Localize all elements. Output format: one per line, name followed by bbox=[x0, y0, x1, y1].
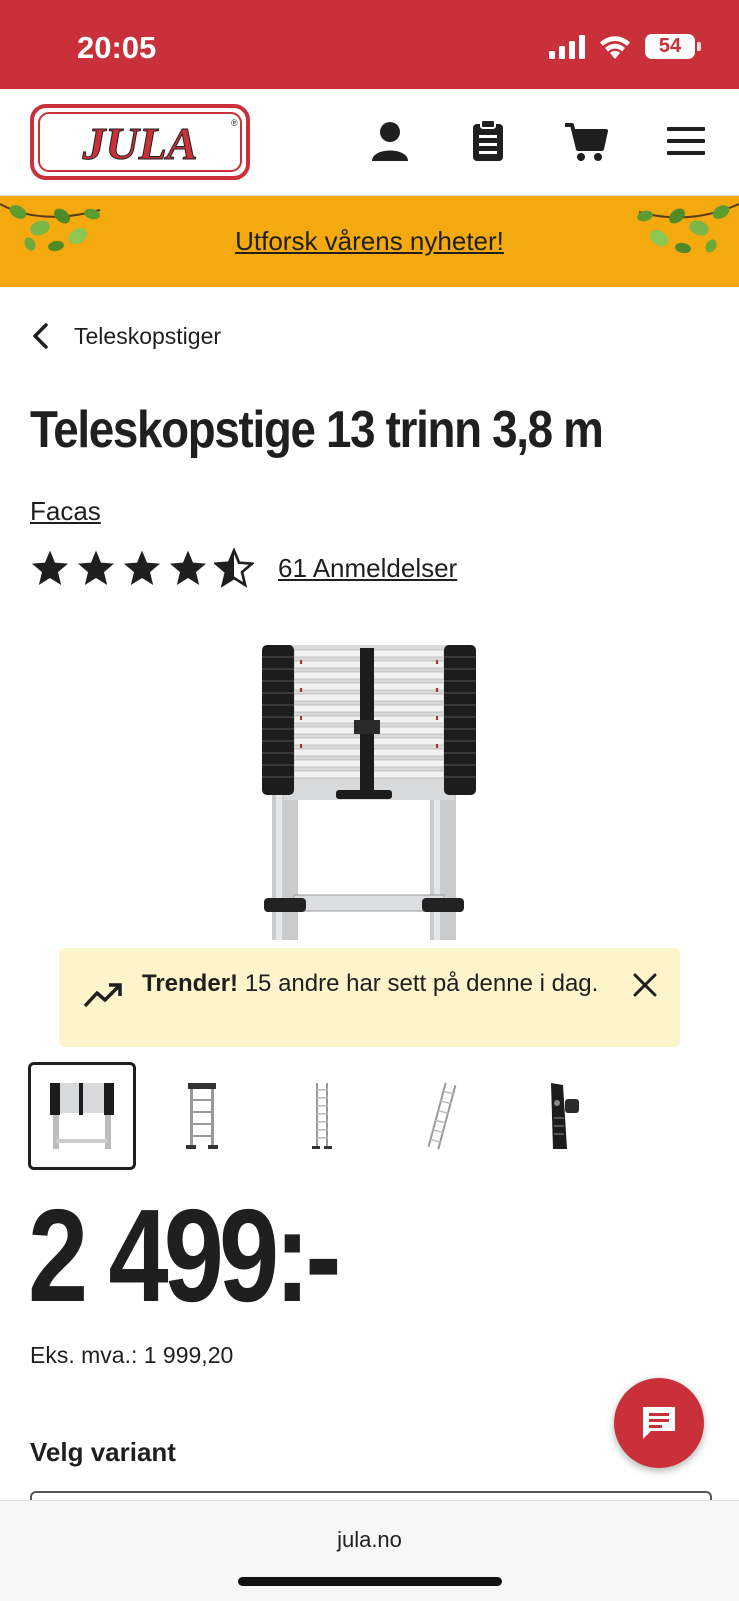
trend-message: Trender! 15 andre har sett på denne i da… bbox=[142, 968, 602, 999]
trend-title: Trender! bbox=[142, 970, 239, 997]
cart-icon[interactable] bbox=[564, 119, 608, 163]
signal-icon bbox=[549, 34, 585, 59]
thumbnail-3[interactable] bbox=[268, 1062, 376, 1170]
star-icon bbox=[124, 550, 160, 585]
jula-logo[interactable]: JULA ® bbox=[30, 104, 250, 180]
breadcrumb-label[interactable]: Teleskopstiger bbox=[74, 323, 221, 350]
variant-label: Velg variant bbox=[30, 1437, 176, 1467]
price-ex-vat: Eks. mva.: 1 999,20 bbox=[30, 1342, 234, 1368]
account-icon[interactable] bbox=[368, 119, 412, 163]
promo-banner: Utforsk vårens nyheter! bbox=[0, 196, 739, 287]
home-indicator[interactable] bbox=[238, 1577, 502, 1586]
star-icon bbox=[32, 550, 68, 585]
trending-up-icon bbox=[83, 983, 122, 1008]
rating-stars bbox=[30, 548, 254, 588]
status-icons: 54 bbox=[549, 34, 701, 59]
thumbnail-1[interactable] bbox=[28, 1062, 136, 1170]
product-main-image[interactable] bbox=[254, 640, 484, 940]
wifi-icon bbox=[600, 35, 630, 59]
shopping-list-icon[interactable] bbox=[466, 119, 510, 163]
product-price: 2 499:- bbox=[28, 1182, 341, 1329]
brand-link[interactable]: Facas bbox=[30, 496, 101, 527]
url-text[interactable]: jula.no bbox=[0, 1527, 739, 1553]
status-bar: 20:05 54 bbox=[0, 0, 739, 89]
status-time: 20:05 bbox=[77, 30, 157, 65]
thumbnail-2[interactable] bbox=[148, 1062, 256, 1170]
browser-url-bar[interactable]: jula.no bbox=[0, 1500, 739, 1601]
rating-row: 61 Anmeldelser bbox=[30, 548, 457, 588]
star-icon bbox=[78, 550, 114, 585]
chat-button[interactable] bbox=[614, 1378, 704, 1468]
product-title: Teleskopstige 13 trinn 3,8 m bbox=[30, 401, 604, 459]
close-icon[interactable] bbox=[628, 968, 662, 1002]
trend-body: 15 andre har sett på denne i dag. bbox=[238, 970, 599, 997]
chevron-left-icon[interactable] bbox=[30, 322, 50, 350]
battery-indicator: 54 bbox=[645, 34, 701, 59]
chat-icon bbox=[643, 1407, 675, 1439]
leaves-decoration-right bbox=[637, 203, 739, 254]
thumbnail-5[interactable] bbox=[508, 1062, 616, 1170]
svg-text:®: ® bbox=[231, 118, 238, 128]
star-icon bbox=[170, 550, 206, 585]
thumbnail-4[interactable] bbox=[388, 1062, 496, 1170]
star-half-icon bbox=[214, 548, 254, 588]
reviews-link[interactable]: 61 Anmeldelser bbox=[278, 553, 457, 584]
svg-text:JULA: JULA bbox=[82, 118, 198, 169]
breadcrumb[interactable]: Teleskopstiger bbox=[30, 322, 221, 350]
menu-icon[interactable] bbox=[664, 119, 708, 163]
thumbnail-strip bbox=[28, 1062, 628, 1170]
trend-notice: Trender! 15 andre har sett på denne i da… bbox=[59, 948, 680, 1047]
site-header: JULA ® bbox=[0, 89, 739, 196]
